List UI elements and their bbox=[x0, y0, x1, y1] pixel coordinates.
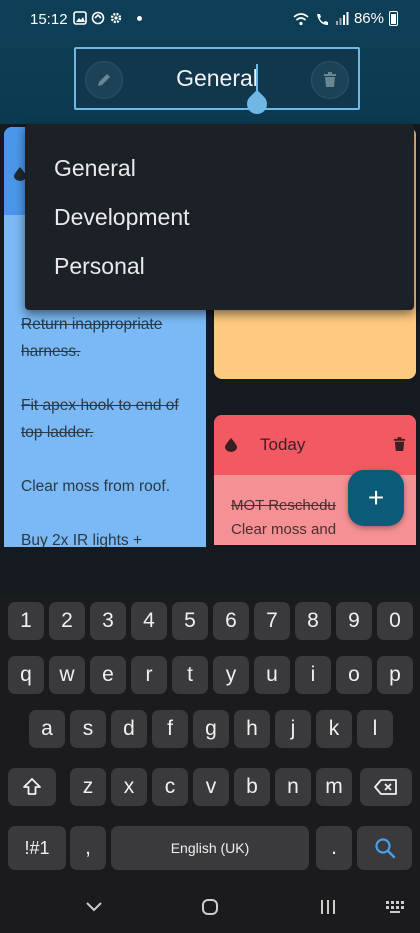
key-k[interactable]: k bbox=[316, 710, 352, 748]
search-icon bbox=[374, 838, 395, 859]
notes-board: Return inappropriate harness. Fit apex h… bbox=[0, 124, 420, 594]
key-t[interactable]: t bbox=[172, 656, 208, 694]
backspace-key[interactable] bbox=[360, 768, 412, 806]
gallery-icon bbox=[73, 11, 87, 25]
key-n[interactable]: n bbox=[275, 768, 311, 806]
dropdown-option-general[interactable]: General bbox=[54, 155, 136, 182]
key-4[interactable]: 4 bbox=[131, 602, 167, 640]
key-c[interactable]: c bbox=[152, 768, 188, 806]
hide-keyboard-icon[interactable] bbox=[85, 898, 103, 916]
note-line: Clear moss and bbox=[231, 521, 337, 538]
key-j[interactable]: j bbox=[275, 710, 311, 748]
key-9[interactable]: 9 bbox=[336, 602, 372, 640]
key-2[interactable]: 2 bbox=[49, 602, 85, 640]
color-drop-icon[interactable] bbox=[225, 438, 237, 452]
wifi-call-icon bbox=[316, 13, 328, 25]
key-i[interactable]: i bbox=[295, 656, 331, 694]
category-title-field[interactable]: General bbox=[74, 47, 360, 110]
keyboard-switch-icon[interactable] bbox=[385, 898, 405, 916]
key-p[interactable]: p bbox=[377, 656, 413, 694]
space-key[interactable]: English (UK) bbox=[111, 826, 309, 870]
key-d[interactable]: d bbox=[111, 710, 147, 748]
comma-key[interactable]: , bbox=[70, 826, 106, 870]
note-line-4: Buy 2x IR lights + bbox=[21, 532, 143, 547]
dropdown-option-personal[interactable]: Personal bbox=[54, 253, 145, 280]
key-b[interactable]: b bbox=[234, 768, 270, 806]
battery-percent: 86% bbox=[353, 10, 384, 27]
key-v[interactable]: v bbox=[193, 768, 229, 806]
app-header: 15:12 86% General bbox=[0, 0, 420, 124]
key-w[interactable]: w bbox=[49, 656, 85, 694]
key-z[interactable]: z bbox=[70, 768, 106, 806]
key-y[interactable]: y bbox=[213, 656, 249, 694]
key-f[interactable]: f bbox=[152, 710, 188, 748]
note-line-2: Fit apex hook to end of top ladder. bbox=[21, 397, 179, 441]
key-r[interactable]: r bbox=[131, 656, 167, 694]
status-bar: 15:12 86% bbox=[0, 0, 420, 40]
trash-icon bbox=[324, 72, 336, 87]
delete-category-button[interactable] bbox=[311, 61, 349, 99]
notification-dot bbox=[137, 15, 142, 21]
key-x[interactable]: x bbox=[111, 768, 147, 806]
battery-icon bbox=[389, 11, 398, 26]
key-5[interactable]: 5 bbox=[172, 602, 208, 640]
category-dropdown: General Development Personal bbox=[25, 124, 414, 310]
key-7[interactable]: 7 bbox=[254, 602, 290, 640]
shift-icon bbox=[23, 778, 41, 795]
key-l[interactable]: l bbox=[357, 710, 393, 748]
backspace-icon bbox=[374, 779, 397, 795]
key-6[interactable]: 6 bbox=[213, 602, 249, 640]
note-title: Today bbox=[260, 435, 306, 454]
note-card-header: Today bbox=[214, 415, 416, 475]
add-note-button[interactable]: + bbox=[348, 470, 404, 526]
gear-icon bbox=[110, 12, 122, 24]
symbols-key[interactable]: !#1 bbox=[8, 826, 66, 870]
dropdown-option-development[interactable]: Development bbox=[54, 204, 190, 231]
key-q[interactable]: q bbox=[8, 656, 44, 694]
sync-icon bbox=[91, 11, 105, 25]
key-s[interactable]: s bbox=[70, 710, 106, 748]
recents-icon[interactable] bbox=[319, 898, 337, 916]
key-u[interactable]: u bbox=[254, 656, 290, 694]
key-g[interactable]: g bbox=[193, 710, 229, 748]
note-line-1: Return inappropriate harness. bbox=[21, 316, 163, 360]
key-h[interactable]: h bbox=[234, 710, 270, 748]
key-e[interactable]: e bbox=[90, 656, 126, 694]
key-1[interactable]: 1 bbox=[8, 602, 44, 640]
search-key[interactable] bbox=[357, 826, 412, 870]
key-m[interactable]: m bbox=[316, 768, 352, 806]
plus-icon: + bbox=[367, 482, 385, 513]
key-o[interactable]: o bbox=[336, 656, 372, 694]
soft-keyboard: 1 2 3 4 5 6 7 8 9 0 q w e r t y u i o p … bbox=[0, 594, 420, 884]
note-line: MOT Reschedu bbox=[231, 497, 336, 514]
status-time: 15:12 bbox=[30, 11, 68, 28]
key-3[interactable]: 3 bbox=[90, 602, 126, 640]
period-key[interactable]: . bbox=[316, 826, 352, 870]
trash-icon[interactable] bbox=[393, 437, 406, 452]
shift-key[interactable] bbox=[8, 768, 56, 806]
key-a[interactable]: a bbox=[29, 710, 65, 748]
system-nav-bar bbox=[0, 884, 420, 933]
wifi-icon bbox=[293, 12, 309, 25]
key-0[interactable]: 0 bbox=[377, 602, 413, 640]
note-line-3: Clear moss from roof. bbox=[21, 478, 171, 495]
key-8[interactable]: 8 bbox=[295, 602, 331, 640]
home-icon[interactable] bbox=[201, 898, 219, 916]
signal-icon bbox=[335, 11, 349, 25]
